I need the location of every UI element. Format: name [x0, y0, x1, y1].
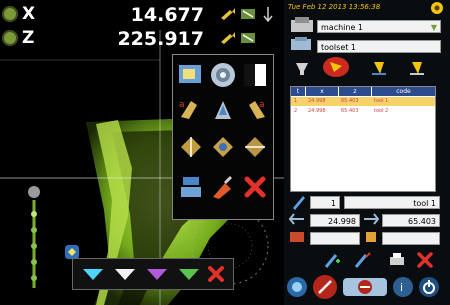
measure-left-icon[interactable]: [177, 133, 205, 161]
zoom-gauge-graphic: [28, 186, 40, 288]
popup-close-icon[interactable]: [241, 173, 269, 201]
tool-number-icon: [293, 196, 305, 210]
tool-add-icon[interactable]: [370, 59, 388, 77]
svg-text:i: i: [400, 281, 403, 294]
chevron-down-icon: ▼: [430, 23, 437, 32]
x-axis-icon: [2, 6, 18, 22]
x-axis-label: X: [22, 4, 36, 24]
cell-t: 2: [294, 108, 298, 114]
nav-power-icon[interactable]: [418, 276, 440, 298]
add-tool-icon[interactable]: [324, 251, 342, 269]
nav-operator-icon[interactable]: [342, 275, 388, 299]
contrast-icon[interactable]: [241, 61, 269, 89]
camera-view[interactable]: X 14.677 Z 225.917 a a: [0, 0, 284, 305]
x-probe-icon[interactable]: [260, 6, 276, 22]
settings-gear-icon[interactable]: [430, 1, 444, 15]
tool-number-field[interactable]: 1: [310, 196, 340, 209]
x-arrow-icon[interactable]: [220, 6, 236, 22]
machine-select[interactable]: machine 1 ▼: [317, 20, 441, 33]
green-gem-icon[interactable]: [177, 267, 201, 281]
tool-active-icon[interactable]: [322, 56, 350, 78]
edit-tool-icon[interactable]: [354, 251, 372, 269]
x-offset-field[interactable]: 24.998: [310, 214, 360, 227]
tool-right-icon[interactable]: a: [241, 95, 269, 123]
x-coordinate-value: 14.677: [130, 4, 204, 26]
operator-icon[interactable]: [177, 173, 205, 201]
cyan-gem-icon[interactable]: [81, 267, 105, 281]
table-header-code: code: [372, 87, 435, 96]
tool-popup-menu: a a: [172, 54, 274, 220]
screen: X 14.677 Z 225.917 a a Tue Feb 12 2013 1…: [0, 0, 450, 305]
purple-gem-icon[interactable]: [145, 267, 169, 281]
measure-right-icon[interactable]: [241, 133, 269, 161]
tool-table: t x z code 1 24.998 65.403 tool 1 2 24.9…: [290, 86, 436, 192]
table-header-t: t: [291, 87, 305, 96]
cell-x: 24.998: [308, 108, 326, 114]
z-coordinate-row: Z 225.917: [0, 28, 284, 52]
cell-code: tool 2: [374, 108, 389, 114]
datetime-status: Tue Feb 12 2013 13:56:38: [288, 3, 381, 11]
tool-left-icon[interactable]: a: [177, 95, 205, 123]
machine-select-value: machine 1: [321, 23, 364, 32]
z-ruler-icon[interactable]: [240, 30, 256, 46]
print-icon[interactable]: [388, 251, 406, 269]
table-header-z: z: [339, 87, 371, 96]
toolset-field[interactable]: toolset 1: [317, 40, 441, 53]
nav-camera-icon[interactable]: [286, 276, 308, 298]
cell-code: tool 1: [374, 98, 389, 104]
z-axis-icon: [2, 30, 18, 46]
probe-icon[interactable]: [209, 173, 237, 201]
nav-tools-icon[interactable]: [312, 274, 338, 300]
tool-center-icon[interactable]: [209, 95, 237, 123]
cell-t: 1: [294, 98, 298, 104]
tool-wear-icon: [366, 232, 376, 242]
toolset-icon: [291, 37, 311, 50]
x-offset-icon: [288, 213, 304, 225]
tool-type-icon: [290, 232, 304, 242]
image-sub-icon[interactable]: [177, 61, 205, 89]
svg-text:a: a: [259, 100, 265, 110]
lens-icon[interactable]: [209, 61, 237, 89]
machine-icon: [291, 17, 313, 32]
table-row[interactable]: 2 24.998 65.403 tool 2: [291, 107, 435, 116]
z-coordinate-value: 225.917: [117, 28, 204, 50]
tool-edit-icon[interactable]: [408, 59, 426, 77]
z-axis-label: Z: [22, 28, 35, 48]
z-offset-field[interactable]: 65.403: [382, 214, 440, 227]
tool-name-field[interactable]: tool 1: [344, 196, 440, 209]
delete-icon[interactable]: [416, 251, 434, 269]
cell-x: 24.998: [308, 98, 326, 104]
cell-z: 65.403: [341, 98, 359, 104]
z-arrow-icon[interactable]: [220, 30, 236, 46]
measure-center-icon[interactable]: [209, 133, 237, 161]
field-b[interactable]: [382, 232, 440, 245]
svg-text:a: a: [179, 100, 185, 110]
toolset-value: toolset 1: [321, 43, 357, 52]
zoom-gauge[interactable]: [22, 184, 46, 294]
cell-z: 65.403: [341, 108, 359, 114]
field-a[interactable]: [310, 232, 360, 245]
white-gem-icon[interactable]: [113, 267, 137, 281]
table-row[interactable]: 1 24.998 65.403 tool 1: [291, 97, 435, 106]
gem-toolbar: [72, 258, 234, 290]
x-coordinate-row: X 14.677: [0, 4, 284, 28]
nav-info-icon[interactable]: i: [392, 276, 414, 298]
tool-probe-icon[interactable]: [294, 59, 312, 77]
x-ruler-icon[interactable]: [240, 6, 256, 22]
table-header-x: x: [306, 87, 338, 96]
z-offset-icon: [364, 213, 380, 225]
gem-close-icon[interactable]: [207, 265, 225, 283]
